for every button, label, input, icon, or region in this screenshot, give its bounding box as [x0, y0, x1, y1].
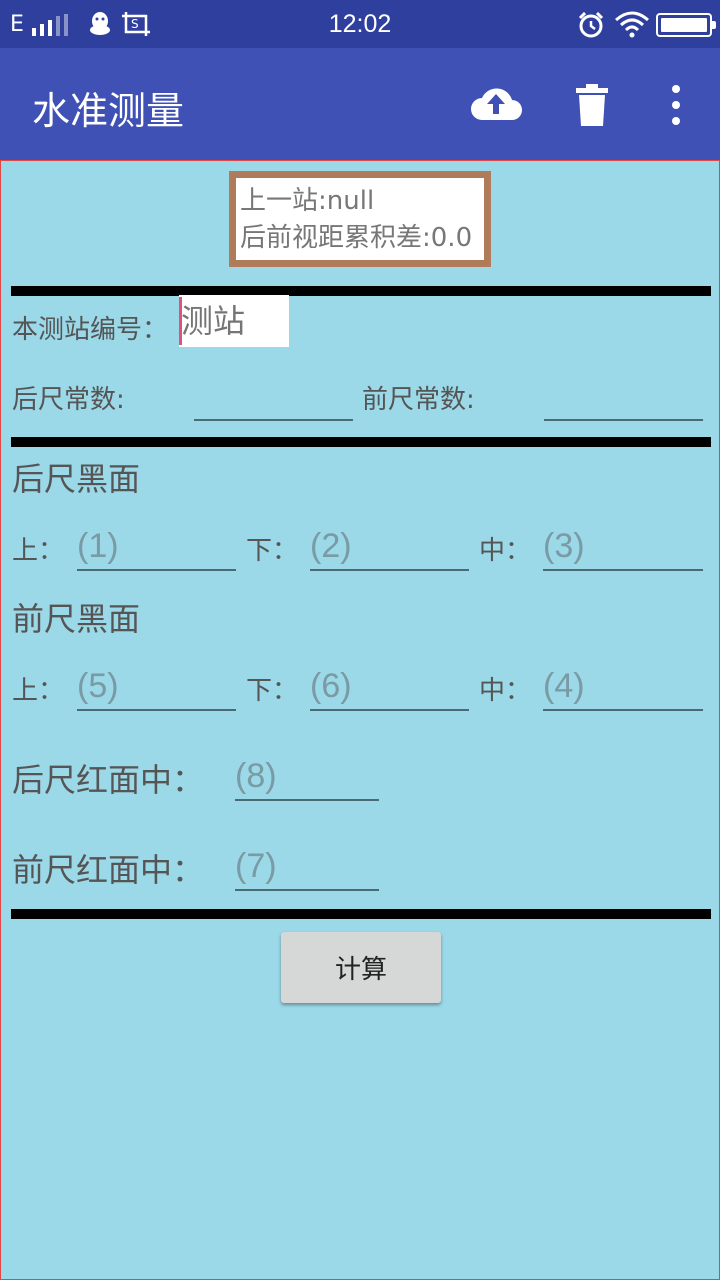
app-title: 水准测量 — [32, 89, 185, 133]
front-black-upper-input[interactable] — [77, 663, 236, 711]
front-red-input[interactable] — [235, 843, 379, 891]
app-bar: 水准测量 — [0, 48, 720, 160]
wifi-icon — [615, 11, 649, 38]
front-black-lower-label: 下： — [246, 676, 299, 706]
info-box: 上一站:null 后前视距累积差:0.0 — [229, 171, 491, 267]
distance-diff-text: 后前视距累积差:0.0 — [240, 223, 473, 253]
back-black-middle-label: 中： — [479, 536, 532, 566]
front-red-label: 前尺红面中： — [12, 851, 205, 889]
divider — [11, 437, 711, 447]
station-label: 本测站编号： — [12, 315, 169, 345]
clock: 12:02 — [328, 10, 392, 38]
front-black-middle-input[interactable] — [543, 663, 703, 711]
back-black-upper-input[interactable] — [77, 523, 236, 571]
front-constant-input[interactable] — [544, 373, 703, 421]
back-black-lower-input[interactable] — [310, 523, 469, 571]
divider — [11, 286, 711, 296]
calculate-button[interactable]: 计算 — [281, 932, 441, 1003]
back-red-label: 后尺红面中： — [12, 761, 205, 799]
upload-cloud-icon[interactable] — [470, 82, 522, 122]
back-constant-input[interactable] — [194, 373, 353, 421]
front-black-heading: 前尺黑面 — [12, 600, 141, 638]
back-black-upper-label: 上： — [12, 536, 65, 566]
battery-icon — [656, 13, 716, 37]
front-black-upper-label: 上： — [12, 676, 65, 706]
back-constant-label: 后尺常数: — [12, 385, 125, 415]
front-black-middle-label: 中： — [479, 676, 532, 706]
front-constant-label: 前尺常数: — [362, 385, 475, 415]
text-cursor — [179, 297, 182, 345]
back-black-middle-input[interactable] — [543, 523, 703, 571]
station-input[interactable] — [179, 295, 289, 347]
front-black-lower-input[interactable] — [310, 663, 469, 711]
divider — [11, 909, 711, 919]
trash-icon[interactable] — [576, 84, 608, 126]
status-bar: E S 12:02 — [0, 0, 720, 48]
more-vert-icon[interactable] — [666, 84, 686, 126]
content-area: 上一站:null 后前视距累积差:0.0 本测站编号： 后尺常数: 前尺常数: … — [0, 160, 720, 1280]
back-red-input[interactable] — [235, 753, 379, 801]
back-black-lower-label: 下： — [246, 536, 299, 566]
alarm-icon — [578, 12, 604, 38]
previous-station-text: 上一站:null — [240, 186, 375, 216]
back-black-heading: 后尺黑面 — [12, 460, 141, 498]
